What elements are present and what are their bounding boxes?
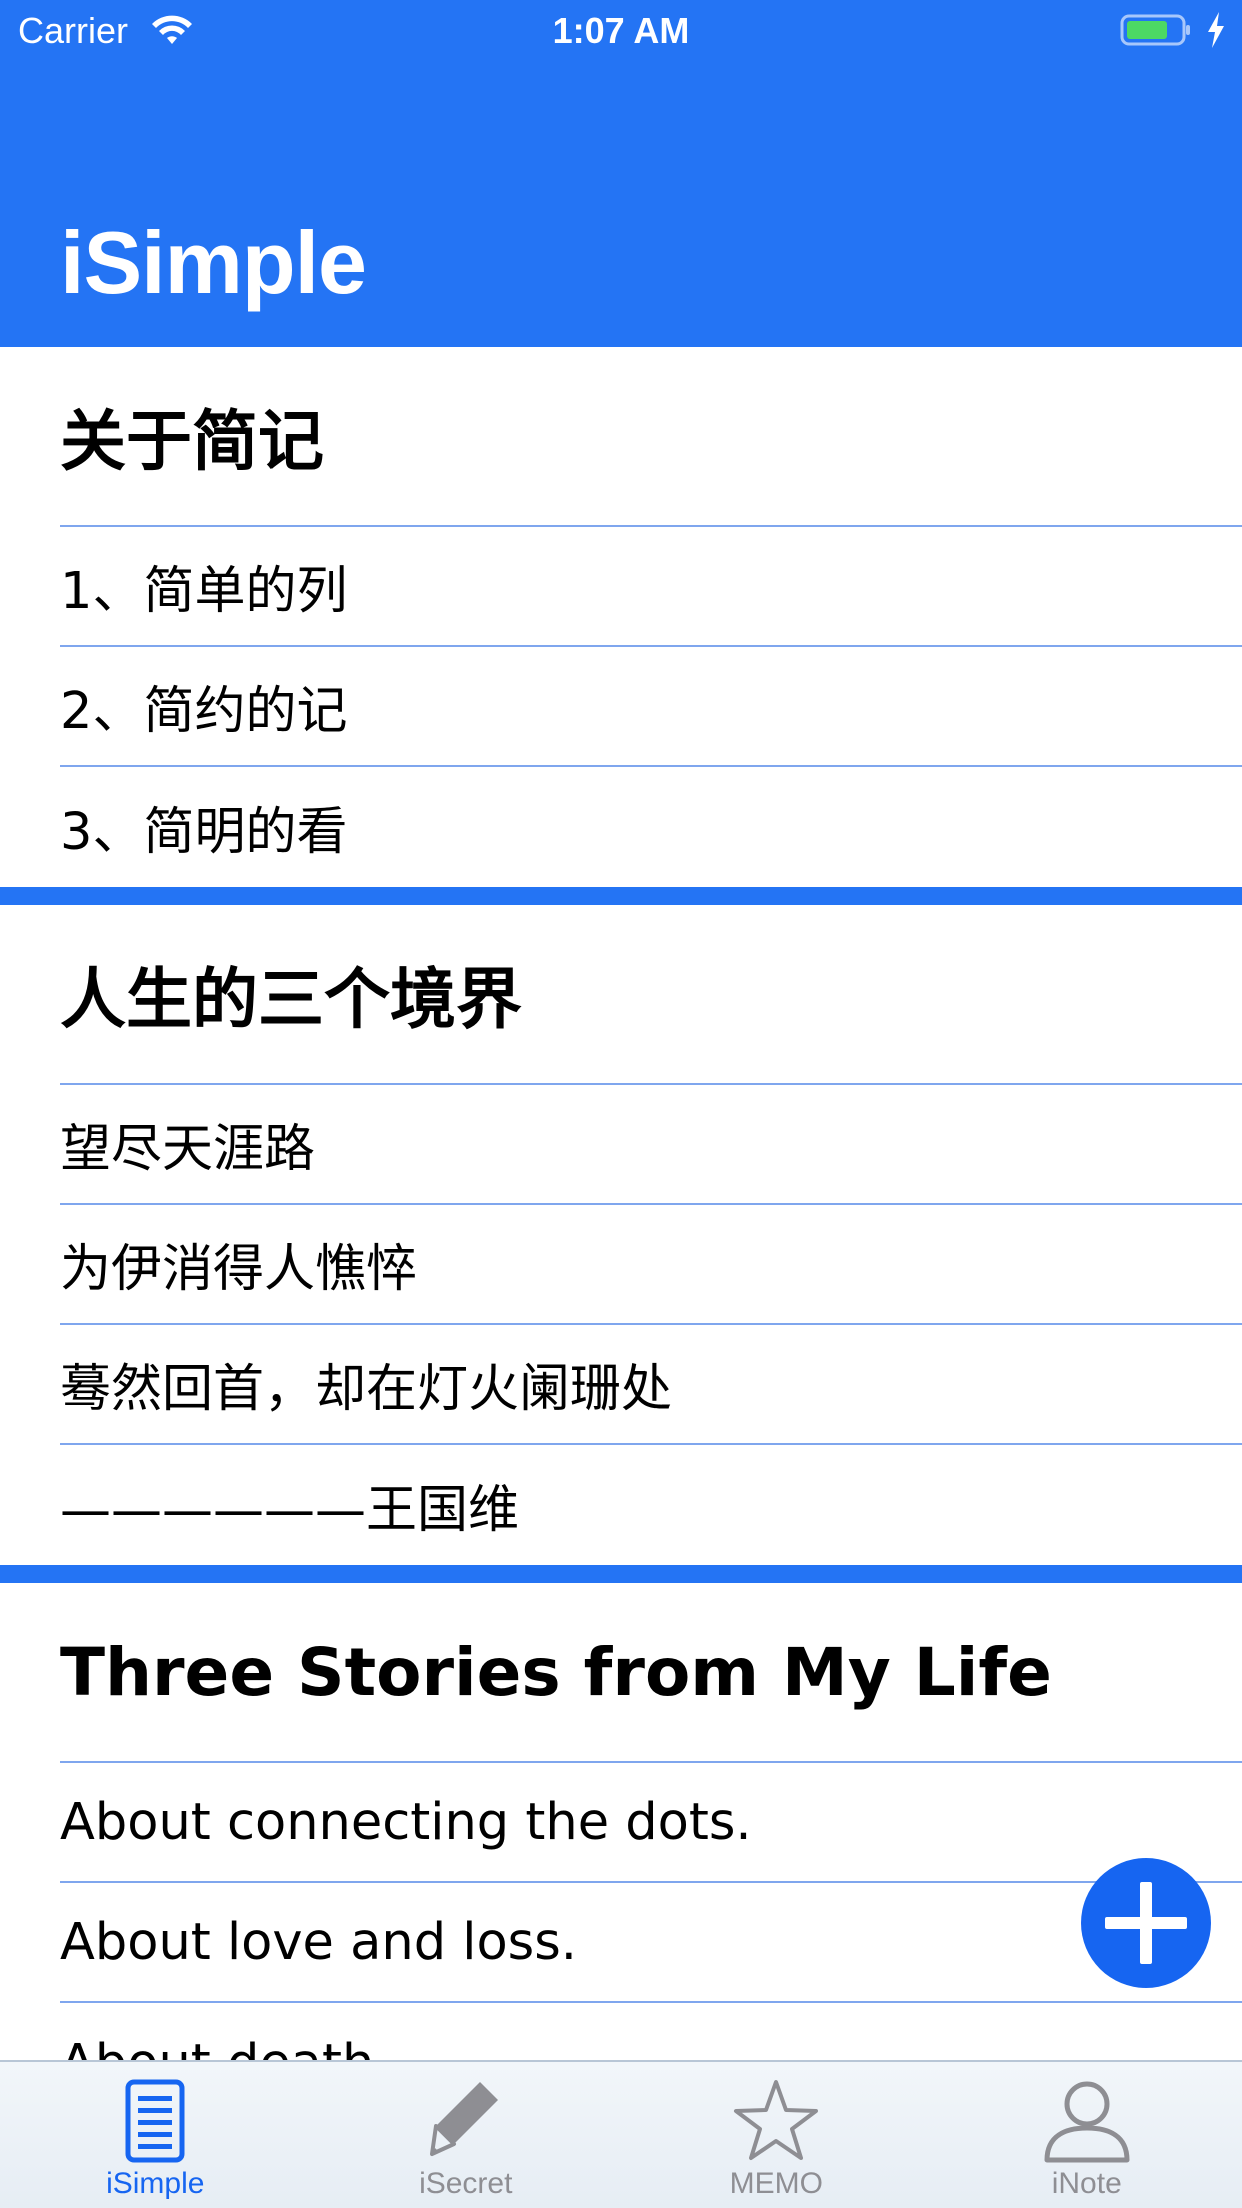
list-item[interactable]: 2、简约的记 bbox=[60, 647, 1242, 767]
list-item[interactable]: ——————王国维 bbox=[60, 1445, 1242, 1565]
list-item[interactable]: 蓦然回首，却在灯火阑珊处 bbox=[60, 1325, 1242, 1445]
list-item[interactable]: About death. bbox=[60, 2003, 1242, 2061]
list-item[interactable]: About love and loss. bbox=[60, 1883, 1242, 2003]
tab-label: iSimple bbox=[106, 2167, 205, 2200]
list-item[interactable]: 3、简明的看 bbox=[60, 767, 1242, 887]
section-title[interactable]: 人生的三个境界 bbox=[60, 905, 1242, 1085]
add-note-button[interactable] bbox=[1081, 1858, 1211, 1988]
note-section: 关于简记 1、简单的列 2、简约的记 3、简明的看 bbox=[0, 347, 1242, 887]
section-divider bbox=[0, 887, 1242, 905]
section-divider bbox=[0, 1565, 1242, 1583]
document-icon bbox=[125, 2079, 185, 2163]
status-bar: Carrier 1:07 AM bbox=[0, 0, 1242, 62]
charging-icon bbox=[1208, 12, 1224, 48]
page-title: iSimple bbox=[60, 213, 367, 312]
tab-bar: iSimple iSecret MEMO iNote bbox=[0, 2060, 1242, 2208]
notes-list[interactable]: 关于简记 1、简单的列 2、简约的记 3、简明的看 人生的三个境界 望尽天涯路 … bbox=[0, 347, 1242, 2060]
list-item[interactable]: About connecting the dots. bbox=[60, 1763, 1242, 1883]
app-screen: Carrier 1:07 AM iSimple 关于简记 1、简单的列 2、简约… bbox=[0, 0, 1242, 2208]
person-icon bbox=[1044, 2081, 1130, 2163]
plus-icon bbox=[1105, 1882, 1187, 1964]
tab-isimple[interactable]: iSimple bbox=[0, 2062, 311, 2208]
tab-label: iNote bbox=[1051, 2167, 1122, 2200]
tab-label: iSecret bbox=[419, 2167, 513, 2200]
tab-inote[interactable]: iNote bbox=[932, 2062, 1242, 2208]
tab-memo[interactable]: MEMO bbox=[621, 2062, 932, 2208]
note-section: 人生的三个境界 望尽天涯路 为伊消得人憔悴 蓦然回首，却在灯火阑珊处 —————… bbox=[0, 905, 1242, 1565]
status-time: 1:07 AM bbox=[552, 10, 690, 51]
list-item[interactable]: 1、简单的列 bbox=[60, 527, 1242, 647]
tab-label: MEMO bbox=[729, 2167, 823, 2200]
list-item[interactable]: 望尽天涯路 bbox=[60, 1085, 1242, 1205]
tab-isecret[interactable]: iSecret bbox=[311, 2062, 622, 2208]
pencil-icon bbox=[429, 2082, 498, 2156]
star-icon bbox=[734, 2080, 819, 2160]
navigation-header: Carrier 1:07 AM iSimple bbox=[0, 0, 1242, 347]
note-section: Three Stories from My Life About connect… bbox=[0, 1583, 1242, 2060]
battery-icon bbox=[1120, 14, 1190, 46]
list-item[interactable]: 为伊消得人憔悴 bbox=[60, 1205, 1242, 1325]
section-title[interactable]: 关于简记 bbox=[60, 347, 1242, 527]
section-title[interactable]: Three Stories from My Life bbox=[60, 1583, 1242, 1763]
